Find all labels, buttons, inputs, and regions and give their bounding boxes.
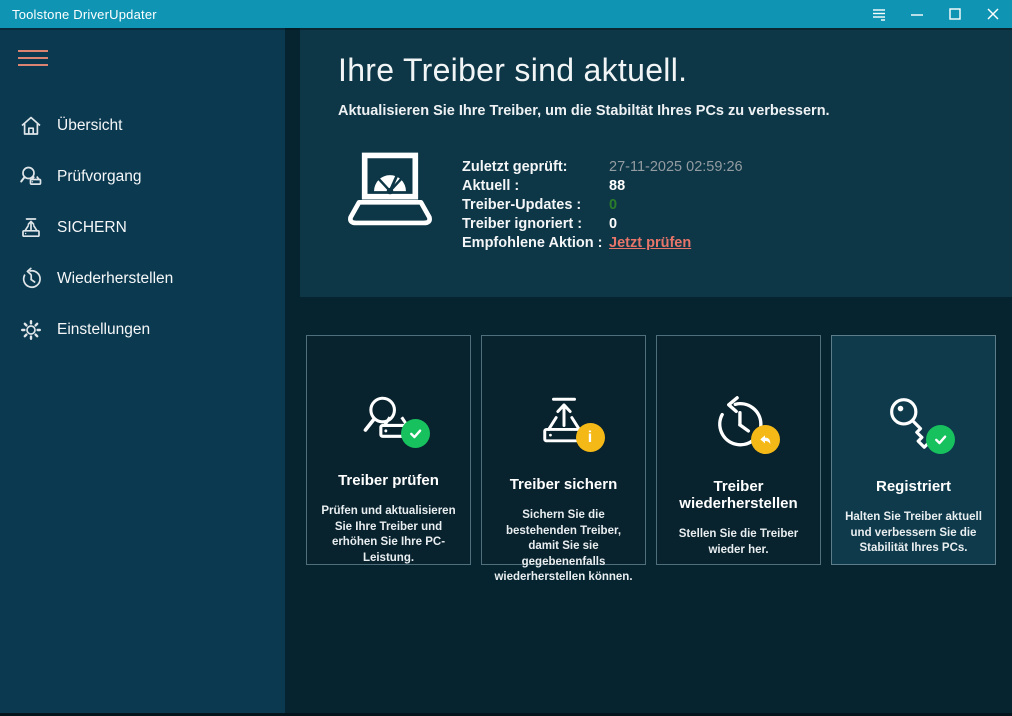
card-title: Treiber sichern bbox=[510, 476, 618, 493]
sidebar-item-label: SICHERN bbox=[57, 219, 127, 237]
card-treiber-wiederherstellen[interactable]: Treiber wiederherstellen Stellen Sie die… bbox=[656, 335, 821, 565]
close-button[interactable] bbox=[974, 0, 1012, 28]
minimize-icon bbox=[910, 7, 924, 21]
sidebar: Übersicht Prüfvorgang bbox=[0, 28, 285, 716]
card-treiber-sichern[interactable]: i Treiber sichern Sichern Sie die besteh… bbox=[481, 335, 646, 565]
app-window: Toolstone DriverUpdater bbox=[0, 0, 1012, 716]
stat-label: Empfohlene Aktion : bbox=[462, 234, 605, 253]
card-treiber-pruefen[interactable]: Treiber prüfen Prüfen und aktualisieren … bbox=[306, 335, 471, 565]
backup-drive-icon: i bbox=[533, 394, 595, 450]
sidebar-item-label: Übersicht bbox=[57, 117, 122, 135]
card-title: Treiber prüfen bbox=[338, 472, 439, 489]
page-title: Ihre Treiber sind aktuell. bbox=[338, 52, 687, 89]
close-icon bbox=[986, 7, 1000, 21]
scan-search-icon bbox=[18, 164, 44, 190]
stat-current-drivers: Aktuell : 88 bbox=[462, 177, 743, 196]
card-title: Treiber wiederherstellen bbox=[657, 478, 820, 512]
sidebar-item-uebersicht[interactable]: Übersicht bbox=[0, 100, 285, 151]
stat-label: Treiber ignoriert : bbox=[462, 215, 605, 234]
main-content: Ihre Treiber sind aktuell. Aktualisieren… bbox=[285, 28, 1012, 716]
hamburger-menu-icon[interactable] bbox=[18, 50, 48, 66]
stat-label: Zuletzt geprüft: bbox=[462, 158, 605, 177]
window-menu-icon[interactable] bbox=[860, 0, 898, 28]
undo-badge-icon bbox=[751, 425, 780, 454]
window-title: Toolstone DriverUpdater bbox=[0, 7, 157, 22]
card-description: Stellen Sie die Treiber wieder her. bbox=[657, 527, 820, 558]
driver-updates-count: 0 bbox=[609, 197, 617, 213]
status-hero-panel: Ihre Treiber sind aktuell. Aktualisieren… bbox=[300, 28, 1012, 297]
stat-driver-updates: Treiber-Updates : 0 bbox=[462, 196, 743, 215]
sidebar-item-pruefvorgang[interactable]: Prüfvorgang bbox=[0, 151, 285, 202]
minimize-button[interactable] bbox=[898, 0, 936, 28]
sidebar-nav: Übersicht Prüfvorgang bbox=[0, 100, 285, 355]
check-badge-icon bbox=[926, 425, 955, 454]
info-badge-icon: i bbox=[576, 423, 605, 452]
current-drivers-count: 88 bbox=[609, 178, 625, 194]
check-badge-icon bbox=[401, 419, 430, 448]
titlebar: Toolstone DriverUpdater bbox=[0, 0, 1012, 28]
page-subtitle: Aktualisieren Sie Ihre Treiber, um die S… bbox=[338, 103, 830, 119]
maximize-button[interactable] bbox=[936, 0, 974, 28]
sidebar-item-wiederherstellen[interactable]: Wiederherstellen bbox=[0, 253, 285, 304]
stat-label: Treiber-Updates : bbox=[462, 196, 605, 215]
gear-icon bbox=[18, 317, 44, 343]
stat-last-checked: Zuletzt geprüft: 27-11-2025 02:59:26 bbox=[462, 158, 743, 177]
sidebar-item-label: Einstellungen bbox=[57, 321, 150, 339]
restore-history-icon bbox=[18, 266, 44, 292]
sidebar-item-sichern[interactable]: SICHERN bbox=[0, 202, 285, 253]
search-driver-icon bbox=[358, 394, 420, 446]
card-registriert[interactable]: Registriert Halten Sie Treiber aktuell u… bbox=[831, 335, 996, 565]
key-icon bbox=[883, 394, 945, 452]
drivers-ignored-count: 0 bbox=[609, 216, 617, 232]
driver-status-list: Zuletzt geprüft: 27-11-2025 02:59:26 Akt… bbox=[462, 158, 743, 253]
action-cards: Treiber prüfen Prüfen und aktualisieren … bbox=[306, 335, 996, 565]
backup-drive-icon bbox=[18, 215, 44, 241]
window-controls bbox=[860, 0, 1012, 28]
card-title: Registriert bbox=[876, 478, 951, 495]
check-now-link[interactable]: Jetzt prüfen bbox=[609, 235, 691, 251]
sidebar-item-label: Prüfvorgang bbox=[57, 168, 141, 186]
maximize-icon bbox=[948, 7, 962, 21]
home-icon bbox=[18, 113, 44, 139]
stat-recommended-action: Empfohlene Aktion : Jetzt prüfen bbox=[462, 234, 743, 253]
card-description: Sichern Sie die bestehenden Treiber, dam… bbox=[482, 508, 645, 586]
card-description: Halten Sie Treiber aktuell und verbesser… bbox=[832, 510, 995, 557]
last-checked-timestamp: 27-11-2025 02:59:26 bbox=[609, 159, 743, 175]
laptop-speedometer-icon bbox=[345, 152, 435, 237]
card-description: Prüfen und aktualisieren Sie Ihre Treibe… bbox=[307, 504, 470, 566]
sidebar-item-label: Wiederherstellen bbox=[57, 270, 173, 288]
sidebar-item-einstellungen[interactable]: Einstellungen bbox=[0, 304, 285, 355]
restore-history-icon bbox=[708, 394, 770, 452]
menu-lines-icon bbox=[871, 6, 887, 22]
stat-label: Aktuell : bbox=[462, 177, 605, 196]
stat-drivers-ignored: Treiber ignoriert : 0 bbox=[462, 215, 743, 234]
